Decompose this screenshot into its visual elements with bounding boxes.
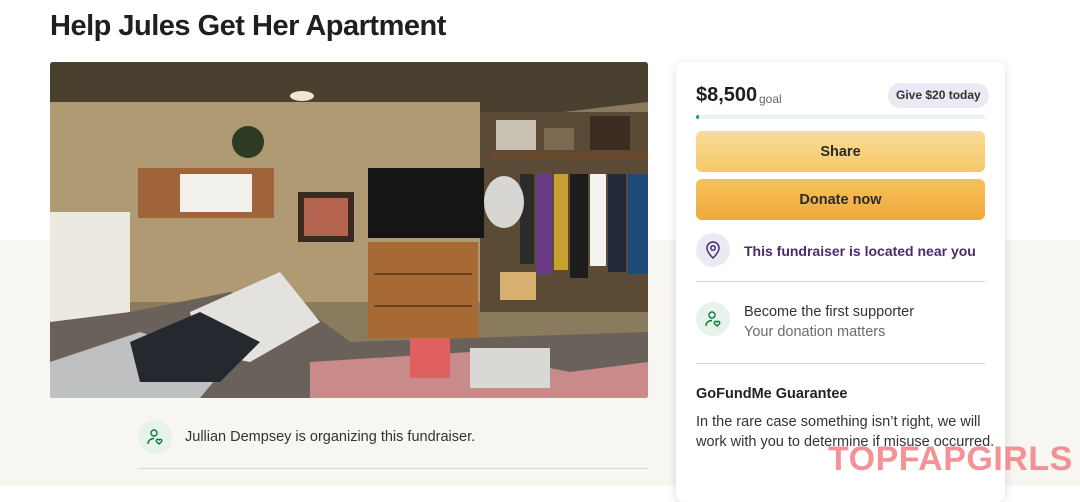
progress-bar xyxy=(696,115,985,119)
donate-now-button[interactable]: Donate now xyxy=(696,179,985,220)
person-heart-icon xyxy=(696,302,730,336)
progress-fill xyxy=(696,115,699,119)
location-pin-icon xyxy=(696,233,730,267)
page-title: Help Jules Get Her Apartment xyxy=(50,10,446,42)
person-heart-icon xyxy=(138,420,172,454)
organizer-row: Jullian Dempsey is organizing this fundr… xyxy=(138,420,648,469)
share-button[interactable]: Share xyxy=(696,131,985,172)
first-supporter-row: Become the first supporter Your donation… xyxy=(696,302,985,364)
give-today-pill[interactable]: Give $20 today xyxy=(888,83,989,108)
supporter-subtitle: Your donation matters xyxy=(744,324,886,340)
location-row: This fundraiser is located near you xyxy=(696,233,985,282)
goal-label: goal xyxy=(759,92,782,106)
location-text: This fundraiser is located near you xyxy=(744,243,976,259)
fundraiser-photo xyxy=(50,62,648,398)
organizer-text: Jullian Dempsey is organizing this fundr… xyxy=(185,429,476,445)
guarantee-title: GoFundMe Guarantee xyxy=(696,386,848,402)
watermark-text: TOPFAPGIRLS xyxy=(828,440,1073,478)
goal-amount: $8,500 xyxy=(696,84,758,106)
donation-card: $8,500 goal Give $20 today Share Donate … xyxy=(676,62,1005,502)
supporter-title: Become the first supporter xyxy=(744,304,915,320)
